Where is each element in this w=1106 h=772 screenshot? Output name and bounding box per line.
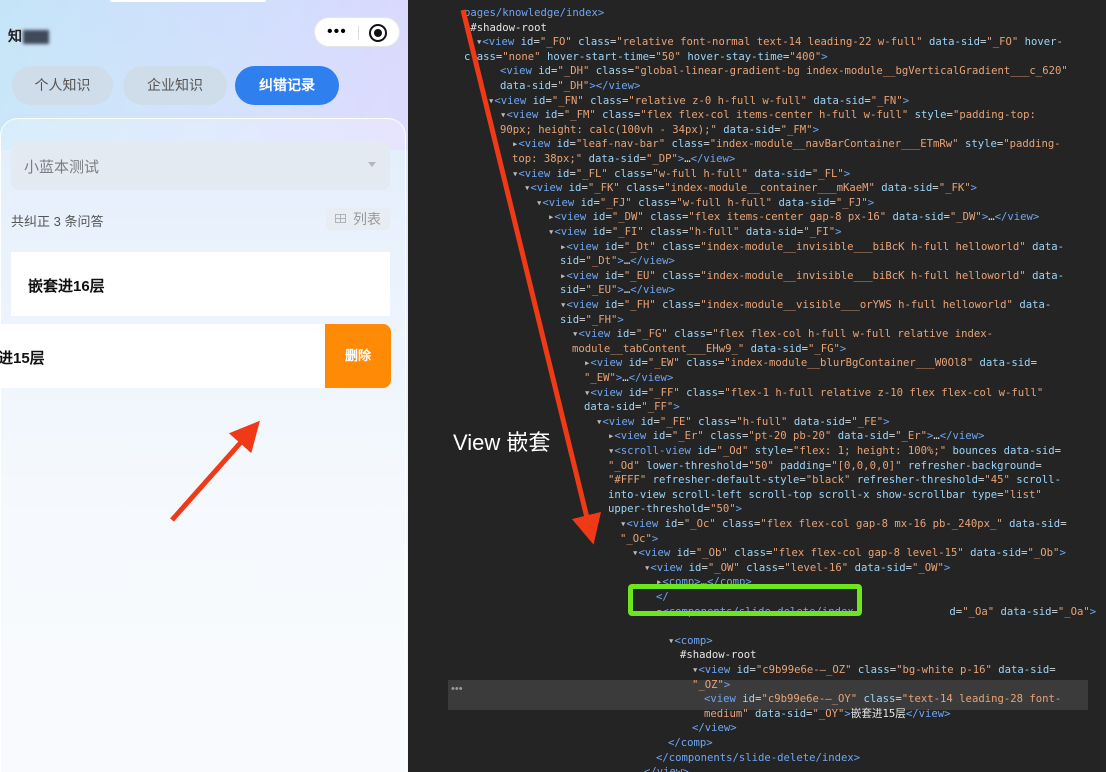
dom-tree-line[interactable]: "_OZ"> [692,678,730,693]
dom-tree-line[interactable]: </components/slide-delete/index> [656,751,860,766]
list-item[interactable]: 嵌套进16层 [11,252,390,316]
more-icon[interactable]: ••• [327,24,347,40]
dom-tree-line[interactable]: </view> [644,765,689,772]
dom-tree-line[interactable]: class="none" hover-start-time="50" hover… [464,50,828,65]
list-item-title: 进15层 [0,350,45,367]
dom-tree-line[interactable]: <view id="c9b99e6e-—_OY" class="text-14 … [704,692,1061,707]
tab-correction-records[interactable]: 纠错记录 [235,66,339,105]
dom-tree-line[interactable]: upper-threshold="50"> [608,502,742,517]
dom-tree-line[interactable]: ▾<view id="_FI" class="h-full" data-sid=… [548,225,842,240]
blurred-name [23,30,49,45]
dom-tree-line[interactable]: top: 38px;" data-sid="_DP">…</view> [512,152,735,167]
table-icon [335,214,346,223]
dom-tree-line[interactable]: ▾<view id="_FG" class="flex flex-col h-f… [572,327,993,342]
dom-tree-line[interactable]: ▾<view id="_FJ" class="w-full h-full" da… [536,196,874,211]
mini-program-preview: 知 ••• 个人知识 企业知识 纠错记录 小蓝本测试 共纠正 3 条问答 列表 … [0,0,408,772]
dom-tree-line[interactable]: ▸<view id="leaf-nav-bar" class="index-mo… [512,137,1061,152]
dom-tree-line[interactable]: ▾<comp> [668,634,713,649]
dom-tree-line[interactable]: sid="_Dt">…</view> [560,254,675,269]
dom-tree-line[interactable]: </view> [692,721,737,736]
app-name: 知 [8,26,49,46]
dom-tree-line[interactable]: ▾<view id="_FL" class="w-full h-full" da… [512,167,850,182]
annotation-highlight-box [628,584,862,616]
dom-tree-line[interactable]: ▾<view id="_FK" class="index-module__con… [524,181,977,196]
dom-tree-line[interactable]: ▾<view id="_FN" class="relative z-0 h-fu… [488,94,909,109]
dom-tree-line[interactable]: into-view scroll-left scroll-top scroll-… [608,488,1042,503]
dom-tree-line[interactable]: ▾<view id="_FE" class="h-full" data-sid=… [596,415,890,430]
dom-tree-line[interactable]: ▾<view id="_FF" class="flex-1 h-full rel… [584,386,1043,401]
select-value: 小蓝本测试 [24,159,100,176]
dom-tree-line[interactable]: 90px; height: calc(100vh - 34px);" data-… [500,123,819,138]
dom-tree-line[interactable]: "_Od" lower-threshold="50" padding="[0,0… [608,459,1042,474]
app-name-text: 知 [8,28,22,44]
devtools-elements-panel: ••• pages/knowledge/index> ▾#shadow-root ▾… [408,0,1106,772]
top-strip [110,0,266,2]
dom-tree-line[interactable]: ▸<view id="_Er" class="pt-20 pb-20" data… [608,429,984,444]
dom-tree-line[interactable]: ▸<view id="_EU" class="index-module__inv… [560,269,1064,284]
capsule-divider [358,26,359,40]
dom-tree-line[interactable]: ▾<view id="_OW" class="level-16" data-si… [644,561,950,576]
list-item-swiped[interactable]: 进15层 [0,324,326,388]
tab-personal-knowledge[interactable]: 个人知识 [12,66,113,105]
dom-tree-line[interactable]: #shadow-root [680,648,757,663]
dom-tree-line[interactable]: ▾<view id="_FH" class="index-module__vis… [560,298,1051,313]
list-view-label: 列表 [353,211,381,227]
dom-tree-line[interactable]: ▾<view id="_Ob" class="flex flex-col gap… [632,546,1066,561]
delete-button[interactable]: 删除 [325,324,391,388]
node-actions-icon[interactable]: ••• [451,683,463,695]
annotation-label: View 嵌套 [453,430,551,455]
dom-tree-line[interactable]: ▸<view id="_Dt" class="index-module__inv… [560,240,1064,255]
close-miniprogram-icon[interactable] [369,24,387,42]
capsule-menu[interactable]: ••• [314,17,400,47]
dom-tree-line[interactable]: ▾<scroll-view id="_Od" style="flex: 1; h… [608,444,1061,459]
chevron-down-icon [368,162,376,167]
dom-tree-line[interactable]: ▾<view id="c9b99e6e-—_OZ" class="bg-whit… [692,663,1056,678]
knowledge-base-select[interactable]: 小蓝本测试 [11,141,390,190]
list-item-title: 嵌套进16层 [28,278,105,295]
tab-enterprise-knowledge[interactable]: 企业知识 [123,66,227,105]
dom-tree-line[interactable]: data-sid="_DH"></view> [500,79,640,94]
dom-tree-line[interactable]: ▸<view id="_EW" class="index-module__blu… [584,356,1037,371]
dom-tree-line[interactable]: ▾<view id="_FM" class="flex flex-col ite… [500,108,1036,123]
dom-tree-line[interactable]: ▾<view id="_Oc" class="flex flex-col gap… [620,517,1067,532]
dom-tree-line[interactable]: ▸<view id="_DW" class="flex items-center… [548,210,1039,225]
dom-tree-line[interactable]: sid="_EU">…</view> [560,283,675,298]
dom-tree-line[interactable]: ▾<view id="_FO" class="relative font-nor… [476,35,1063,50]
dom-tree-line[interactable]: </comp> [668,736,713,751]
dom-tree-line[interactable]: ▾#shadow-root [464,21,547,36]
correction-count: 共纠正 3 条问答 [11,214,104,229]
dom-tree-line[interactable]: sid="_FH"> [560,313,624,328]
dom-tree-line[interactable]: data-sid="_FF"> [584,400,680,415]
dom-tree-line[interactable]: medium" data-sid="_OY">嵌套进15层</view> [704,707,951,722]
dom-tree-line[interactable]: "_Oc"> [620,532,658,547]
dom-tree-line[interactable]: "_EW">…</view> [584,371,673,386]
list-view-toggle[interactable]: 列表 [326,208,390,230]
dom-tree-line[interactable]: module__tabContent___EHw9_" data-sid="_F… [572,342,846,357]
dom-tree-line[interactable]: pages/knowledge/index> [464,6,604,21]
dom-tree-line[interactable]: <view id="_DH" class="global-linear-grad… [500,64,1068,79]
dom-tree-line[interactable]: "#FFF" refresher-default-style="black" r… [608,473,1061,488]
